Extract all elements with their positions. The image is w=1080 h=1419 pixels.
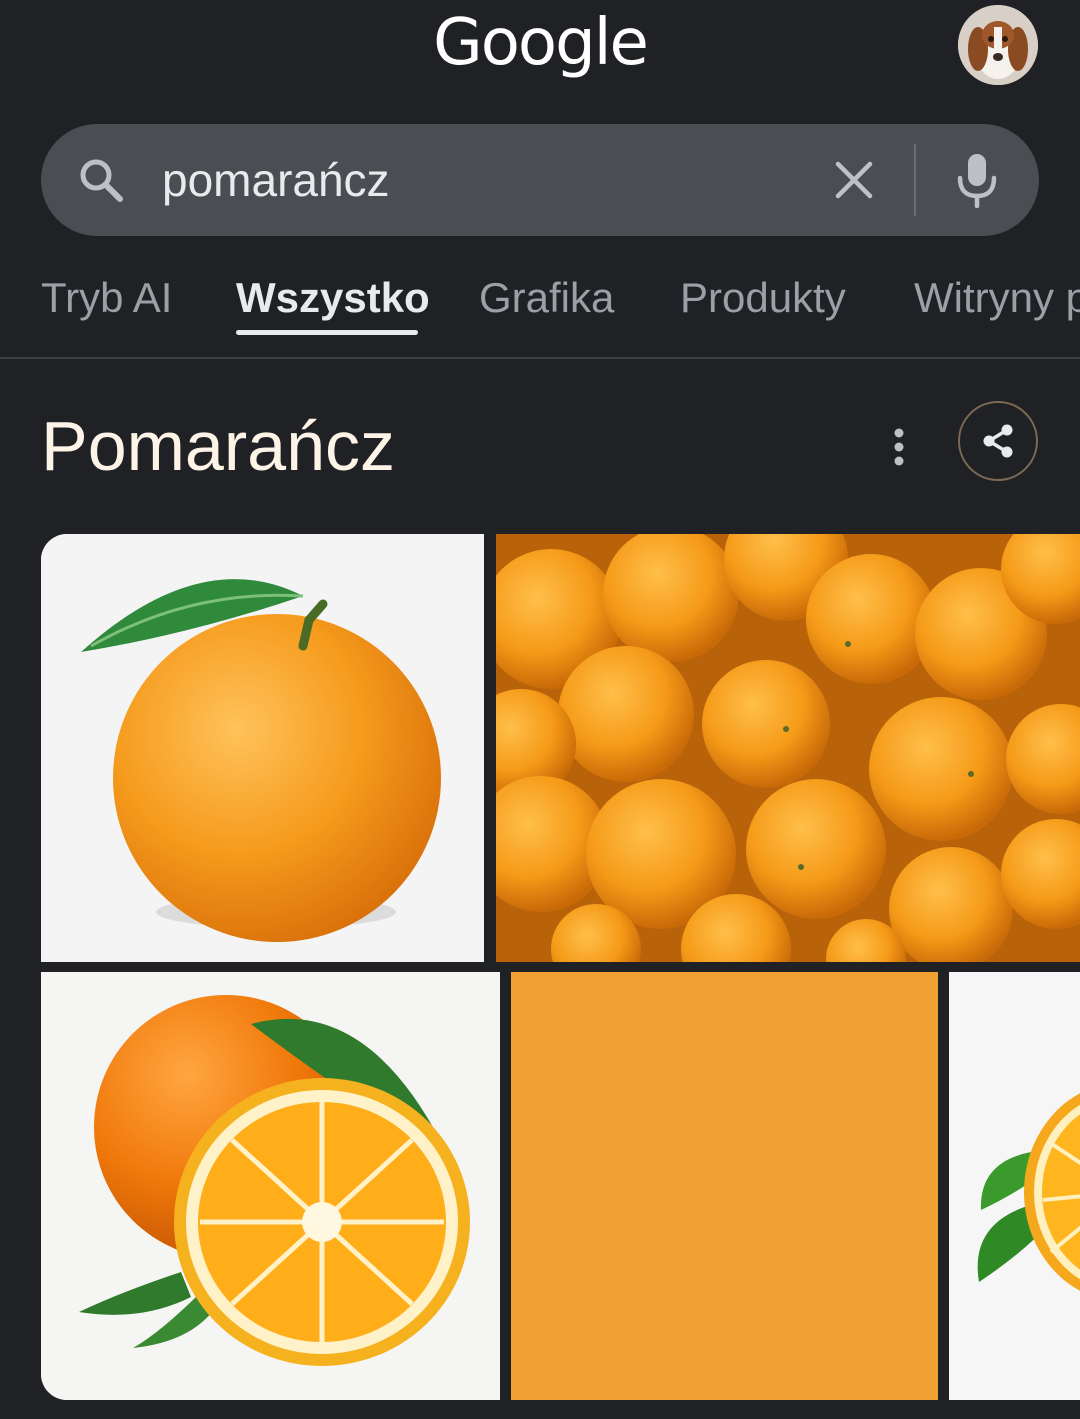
image-result-orange-pile[interactable]: [496, 534, 1080, 962]
tab-witryny[interactable]: Witryny p: [914, 270, 1080, 326]
tabs-divider: [0, 357, 1080, 359]
search-input[interactable]: [162, 148, 802, 212]
search-results-page: Google pomarańcz Tryb AI Wszystko Grafik…: [0, 0, 1080, 1419]
tab-tryb-ai[interactable]: Tryb AI: [41, 270, 172, 326]
account-avatar[interactable]: [958, 5, 1038, 85]
more-vert-icon[interactable]: [884, 425, 914, 469]
image-result-orange-swatch[interactable]: [511, 972, 938, 1400]
clear-icon[interactable]: [832, 158, 876, 202]
mic-icon[interactable]: [955, 152, 999, 209]
tab-grafika[interactable]: Grafika: [479, 270, 614, 326]
active-tab-indicator: [236, 330, 418, 335]
search-divider: [914, 144, 916, 216]
image-result-halved-orange[interactable]: [41, 972, 500, 1400]
image-result-single-orange[interactable]: [41, 534, 484, 962]
google-logo[interactable]: Google: [0, 6, 1080, 80]
tab-wszystko[interactable]: Wszystko: [236, 270, 430, 326]
image-result-orange-slice[interactable]: [949, 972, 1080, 1400]
knowledge-panel-title: Pomarańcz: [41, 407, 396, 485]
share-button[interactable]: [958, 401, 1038, 481]
share-icon: [983, 424, 1013, 458]
tab-produkty[interactable]: Produkty: [680, 270, 846, 326]
search-icon[interactable]: [76, 155, 126, 205]
